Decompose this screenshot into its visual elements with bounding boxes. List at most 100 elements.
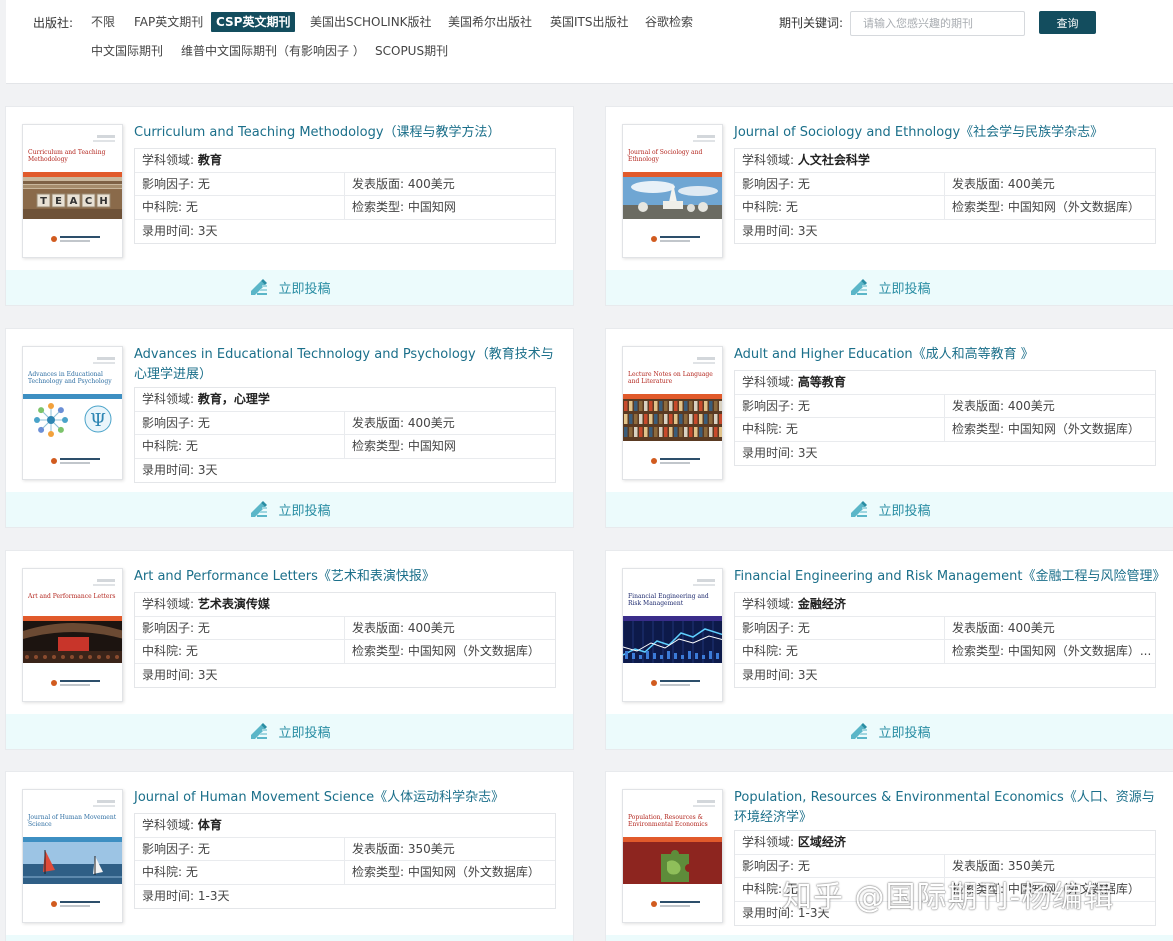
time-value: 3天 xyxy=(197,462,218,477)
field-cell: 学科领域: 体育 xyxy=(135,814,555,837)
impact-cell: 影响因子: 无 xyxy=(735,394,945,417)
journal-card: Advances in Educational Technology and P… xyxy=(6,329,573,527)
cover-picture xyxy=(623,399,722,441)
impact-value: 无 xyxy=(797,176,810,191)
cover-picture xyxy=(23,842,122,884)
fee-cell: 发表版面: 400美元 xyxy=(345,617,555,640)
cover-title: Lecture Notes on Language and Literature xyxy=(628,371,713,385)
journal-title-link[interactable]: Adult and Higher Education《成人和高等教育 》 xyxy=(734,345,1159,365)
journal-cover-image[interactable]: Journal of Sociology and Ethnology xyxy=(622,124,723,258)
time-value: 3天 xyxy=(197,667,218,682)
cover-publisher-mark xyxy=(660,901,700,903)
cover-publisher-mark xyxy=(660,236,700,238)
journal-cover-image[interactable]: Curriculum and Teaching Methodology TEAC… xyxy=(22,124,123,258)
submit-label: 立即投稿 xyxy=(878,726,931,741)
journal-info-table: 学科领域: 艺术表演传媒 影响因子: 无 发表版面: 400美元 中科院: 无 … xyxy=(134,592,556,688)
cover-decoration xyxy=(93,140,115,142)
journal-cover-image[interactable]: Population, Resources & Environmental Ec… xyxy=(622,789,723,923)
publisher-option-scopus[interactable]: SCOPUS期刊 xyxy=(370,41,453,61)
impact-cell: 影响因子: 无 xyxy=(135,411,345,434)
impact-cell: 影响因子: 无 xyxy=(135,616,345,639)
submit-manuscript-button[interactable]: 立即投稿 xyxy=(6,935,573,941)
journal-title-link[interactable]: Journal of Sociology and Ethnology《社会学与民… xyxy=(734,123,1159,143)
submit-manuscript-button[interactable]: 立即投稿 xyxy=(606,714,1173,749)
cas-label: 中科院: xyxy=(142,644,186,658)
time-cell: 录用时间: 3天 xyxy=(735,220,1155,244)
publisher-option-any[interactable]: 不限 xyxy=(86,12,120,32)
submit-manuscript-button[interactable]: 立即投稿 xyxy=(606,270,1173,305)
impact-value: 无 xyxy=(197,620,210,635)
field-label: 学科领域: xyxy=(742,597,798,611)
field-label: 学科领域: xyxy=(742,375,798,389)
cover-publisher-mark xyxy=(660,684,690,686)
edit-pencil-icon xyxy=(848,721,870,743)
journal-title-link[interactable]: Advances in Educational Technology and P… xyxy=(134,345,559,385)
journal-title-link[interactable]: Curriculum and Teaching Methodology（课程与教… xyxy=(134,123,559,143)
impact-label: 影响因子: xyxy=(742,858,798,873)
journal-info-table: 学科领域: 教育，心理学 影响因子: 无 发表版面: 400美元 中科院: 无 … xyxy=(134,387,556,483)
index-value: 中国知网（外文数据库） xyxy=(407,865,540,879)
cover-decoration xyxy=(693,805,715,807)
journal-info-table: 学科领域: 体育 影响因子: 无 发表版面: 350美元 中科院: 无 检索类型… xyxy=(134,813,556,909)
cover-title: Journal of Human Movement Science xyxy=(28,814,117,828)
submit-manuscript-button[interactable]: 立即投稿 xyxy=(606,935,1173,941)
impact-label: 影响因子: xyxy=(142,841,198,856)
impact-value: 无 xyxy=(197,176,210,191)
publisher-option-scholink[interactable]: 美国出SCHOLINK版社 xyxy=(305,12,437,32)
index-cell: 检索类型: 中国知网 xyxy=(345,435,555,458)
time-cell: 录用时间: 1-3天 xyxy=(135,885,555,909)
cover-picture xyxy=(623,177,722,219)
info-row-cas-index: 中科院: 无 检索类型: 中国知网（外文数据库）... xyxy=(735,640,1155,664)
publisher-option-chinese-intl[interactable]: 中文国际期刊 xyxy=(86,41,168,61)
field-label: 学科领域: xyxy=(142,818,198,832)
field-value: 教育 xyxy=(197,153,222,167)
edit-pencil-icon xyxy=(248,721,270,743)
impact-value: 无 xyxy=(197,841,210,856)
index-label: 检索类型: xyxy=(952,422,1008,436)
publisher-option-hill[interactable]: 美国希尔出版社 xyxy=(443,12,537,32)
field-label: 学科领域: xyxy=(742,835,798,849)
journal-cover-image[interactable]: Journal of Human Movement Science xyxy=(22,789,123,923)
index-value: 中国知网（外文数据库） xyxy=(1007,200,1140,214)
publisher-option-fap[interactable]: FAP英文期刊 xyxy=(129,12,208,32)
submit-manuscript-button[interactable]: 立即投稿 xyxy=(6,492,573,527)
cover-publisher-mark xyxy=(660,680,700,682)
cas-value: 无 xyxy=(785,644,798,658)
publisher-option-weipu[interactable]: 维普中文国际期刊（有影响因子 ） xyxy=(176,41,370,61)
publisher-option-csp[interactable]: CSP英文期刊 xyxy=(211,12,296,32)
keyword-search-input[interactable] xyxy=(850,11,1025,36)
journal-title-link[interactable]: Journal of Human Movement Science《人体运动科学… xyxy=(134,788,559,808)
publisher-option-its[interactable]: 英国ITS出版社 xyxy=(545,12,634,32)
edit-pencil-icon xyxy=(848,277,870,299)
submit-manuscript-button[interactable]: 立即投稿 xyxy=(6,270,573,305)
journal-card: Financial Engineering and Risk Managemen… xyxy=(606,551,1173,749)
submit-label: 立即投稿 xyxy=(278,282,331,297)
submit-manuscript-button[interactable]: 立即投稿 xyxy=(606,492,1173,527)
search-button[interactable]: 查询 xyxy=(1039,11,1096,34)
cas-cell: 中科院: 无 xyxy=(135,861,345,884)
svg-text:A: A xyxy=(70,196,78,207)
index-value: 中国知网（外文数据库） xyxy=(1007,422,1140,436)
cover-decoration xyxy=(97,579,115,582)
journal-cover-image[interactable]: Advances in Educational Technology and P… xyxy=(22,346,123,480)
cover-publisher-mark xyxy=(660,240,690,242)
field-value: 区域经济 xyxy=(797,835,846,849)
journal-title-link[interactable]: Financial Engineering and Risk Managemen… xyxy=(734,567,1166,587)
journal-cover-image[interactable]: Lecture Notes on Language and Literature xyxy=(622,346,723,480)
submit-manuscript-button[interactable]: 立即投稿 xyxy=(6,714,573,749)
cover-decoration xyxy=(693,584,715,586)
journal-title-link[interactable]: Population, Resources & Environmental Ec… xyxy=(734,788,1159,828)
fee-label: 发表版面: xyxy=(352,176,408,191)
publisher-option-google[interactable]: 谷歌检索 xyxy=(640,12,698,32)
cover-decoration xyxy=(697,135,715,138)
impact-value: 无 xyxy=(197,415,210,430)
journal-cover-image[interactable]: Financial Engineering and Risk Managemen… xyxy=(622,568,723,702)
journal-cover-image[interactable]: Art and Performance Letters xyxy=(22,568,123,702)
cover-title: Advances in Educational Technology and P… xyxy=(28,371,112,385)
cover-decoration xyxy=(693,140,715,142)
info-row-cas-index: 中科院: 无 检索类型: 中国知网 xyxy=(135,196,555,220)
info-row-time: 录用时间: 3天 xyxy=(735,220,1155,244)
info-row-field: 学科领域: 艺术表演传媒 xyxy=(135,593,555,617)
field-label: 学科领域: xyxy=(142,392,198,406)
journal-title-link[interactable]: Art and Performance Letters《艺术和表演快报》 xyxy=(134,567,559,587)
